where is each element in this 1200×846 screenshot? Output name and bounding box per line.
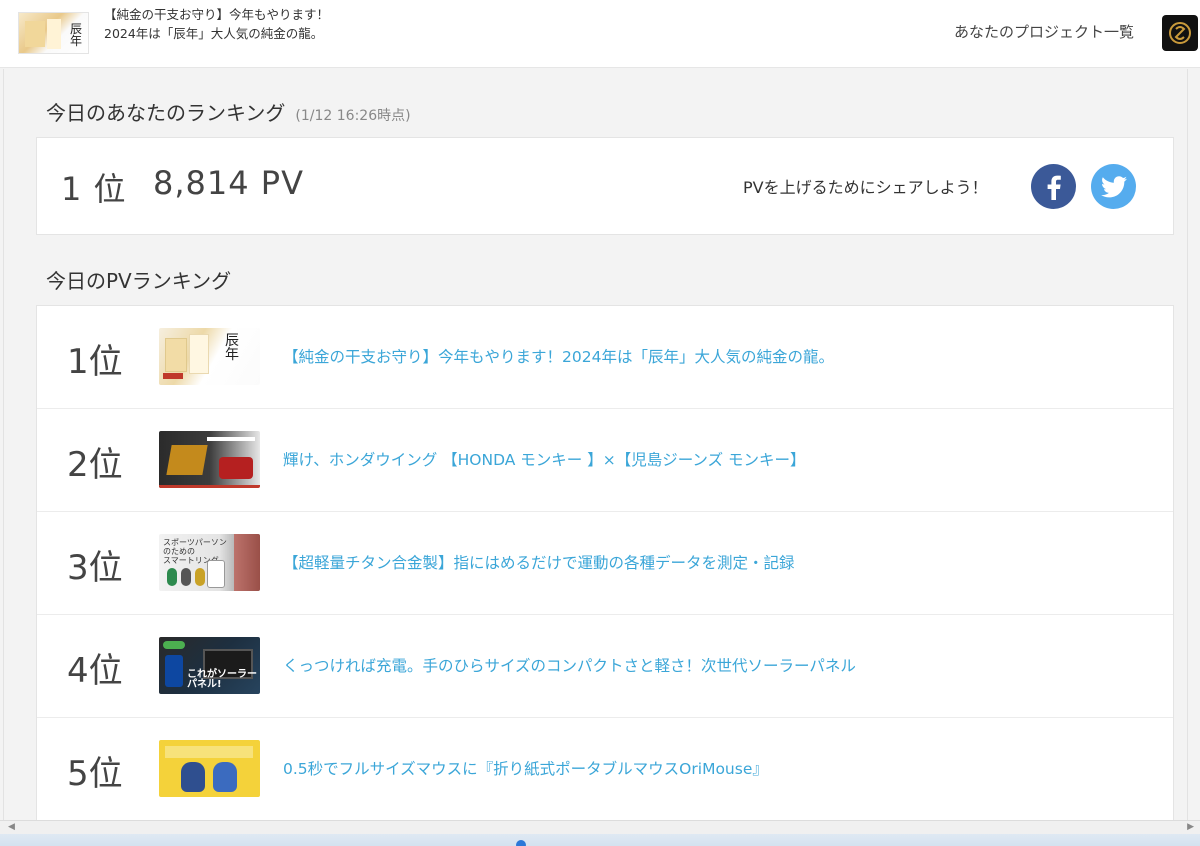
thumbnail-caption: これがソーラーパネル!	[187, 669, 257, 690]
my-rank-value: 1 位	[61, 170, 127, 208]
ranking-row-1[interactable]: 1位 辰年 【純金の干支お守り】今年もやります！2024年は「辰年」大人気の純金…	[37, 306, 1173, 409]
pv-ranking-heading: 今日のPVランキング	[46, 269, 232, 293]
ranking-row-4[interactable]: 4位 これがソーラーパネル! くっつければ充電。手のひらサイズのコンパクトさと軽…	[37, 615, 1173, 718]
scroll-right-icon[interactable]: ▶	[1187, 822, 1194, 832]
project-thumbnail[interactable]	[159, 431, 260, 488]
rank-number: 3位	[67, 548, 123, 588]
share-prompt: PVを上げるためにシェアしよう！	[743, 178, 988, 197]
my-pv-value: 8,814 PV	[153, 164, 304, 202]
logo-icon[interactable]	[1162, 15, 1198, 51]
scroll-left-icon[interactable]: ◀	[8, 822, 15, 832]
twitter-share-button[interactable]	[1091, 164, 1136, 209]
project-thumbnail[interactable]: 辰年	[18, 12, 89, 54]
project-title-link[interactable]: くっつければ充電。手のひらサイズのコンパクトさと軽さ！次世代ソーラーパネル	[283, 654, 856, 676]
project-title-link[interactable]: 【超軽量チタン合金製】指にはめるだけで運動の各種データを測定・記録	[283, 551, 795, 573]
my-ranking-card: 1 位 8,814 PV PVを上げるためにシェアしよう！	[36, 137, 1174, 235]
taskbar-app-icon[interactable]	[516, 840, 526, 846]
thumbnail-caption: 辰年	[69, 22, 82, 48]
project-title[interactable]: 【純金の干支お守り】今年もやります！2024年は「辰年」大人気の純金の龍。	[104, 5, 330, 43]
project-thumbnail[interactable]: これがソーラーパネル!	[159, 637, 260, 694]
thumbnail-caption: 辰年	[225, 333, 239, 363]
project-list-link[interactable]: あなたのプロジェクト一覧	[954, 21, 1134, 42]
my-ranking-heading: 今日のあなたのランキング (1/12 16:26時点)	[46, 101, 411, 125]
ranking-row-3[interactable]: 3位 スポーツパーソン のための スマートリング 【超軽量チタン合金製】指にはめるだ…	[37, 512, 1173, 615]
project-title-link[interactable]: 【純金の干支お守り】今年もやります！2024年は「辰年」大人気の純金の龍。	[283, 345, 834, 367]
project-title-link[interactable]: 0.5秒でフルサイズマウスに『折り紙式ポータブルマウスOriMouse』	[283, 757, 768, 779]
taskbar	[0, 834, 1200, 846]
project-title-link[interactable]: 輝け、ホンダウイング 【HONDA モンキー 】×【児島ジーンズ モンキー】	[283, 448, 806, 470]
rank-number: 5位	[67, 754, 123, 794]
rank-number: 4位	[67, 651, 123, 691]
top-header: 辰年 【純金の干支お守り】今年もやります！2024年は「辰年」大人気の純金の龍。…	[0, 0, 1200, 68]
project-thumbnail[interactable]	[159, 740, 260, 797]
ranking-timestamp: (1/12 16:26時点)	[295, 108, 411, 124]
rank-number: 2位	[67, 445, 123, 485]
project-thumbnail[interactable]: 辰年	[159, 328, 260, 385]
main-content: 今日のあなたのランキング (1/12 16:26時点) 1 位 8,814 PV …	[3, 69, 1188, 825]
facebook-share-button[interactable]	[1031, 164, 1076, 209]
twitter-icon	[1100, 175, 1127, 197]
ranking-row-2[interactable]: 2位 輝け、ホンダウイング 【HONDA モンキー 】×【児島ジーンズ モンキー…	[37, 409, 1173, 512]
ranking-row-5[interactable]: 5位 0.5秒でフルサイズマウスに『折り紙式ポータブルマウスOriMouse』	[37, 718, 1173, 821]
project-thumbnail[interactable]: スポーツパーソン のための スマートリング	[159, 534, 260, 591]
rank-number: 1位	[67, 342, 123, 382]
pv-ranking-list: 1位 辰年 【純金の干支お守り】今年もやります！2024年は「辰年」大人気の純金…	[36, 305, 1174, 825]
horizontal-scrollbar[interactable]: ◀ ▶	[0, 820, 1200, 834]
facebook-icon	[1047, 175, 1061, 200]
